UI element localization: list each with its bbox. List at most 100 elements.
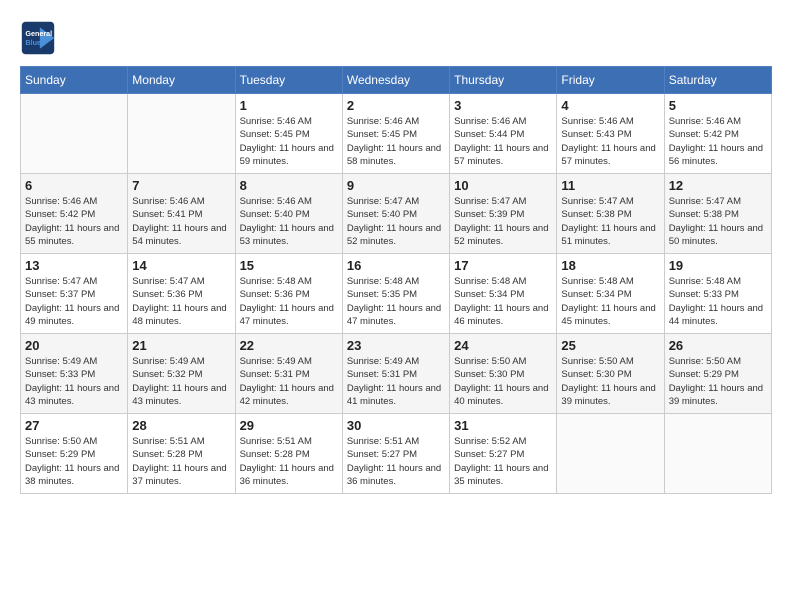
- calendar-cell: 26 Sunrise: 5:50 AMSunset: 5:29 PMDayligh…: [664, 334, 771, 414]
- day-number: 25: [561, 338, 659, 353]
- calendar-cell: 3Sunrise: 5:46 AMSunset: 5:44 PMDaylight…: [450, 94, 557, 174]
- calendar-cell: 28 Sunrise: 5:51 AMSunset: 5:28 PMDayligh…: [128, 414, 235, 494]
- calendar-cell: [128, 94, 235, 174]
- cell-info: Sunrise: 5:51 AMSunset: 5:27 PMDaylight:…: [347, 435, 445, 488]
- calendar-header: SundayMondayTuesdayWednesdayThursdayFrid…: [21, 67, 772, 94]
- day-number: 26: [669, 338, 767, 353]
- day-number: 18: [561, 258, 659, 273]
- weekday-header: Tuesday: [235, 67, 342, 94]
- calendar-cell: 11 Sunrise: 5:47 AMSunset: 5:38 PMDayligh…: [557, 174, 664, 254]
- logo: General Blue: [20, 20, 60, 56]
- day-number: 24: [454, 338, 552, 353]
- cell-info: Sunrise: 5:48 AMSunset: 5:34 PMDaylight:…: [561, 275, 659, 328]
- day-number: 14: [132, 258, 230, 273]
- calendar-cell: 15 Sunrise: 5:48 AMSunset: 5:36 PMDayligh…: [235, 254, 342, 334]
- cell-info: Sunrise: 5:48 AMSunset: 5:36 PMDaylight:…: [240, 275, 338, 328]
- day-number: 3: [454, 98, 552, 113]
- cell-info: Sunrise: 5:50 AMSunset: 5:30 PMDaylight:…: [561, 355, 659, 408]
- cell-info: Sunrise: 5:47 AMSunset: 5:40 PMDaylight:…: [347, 195, 445, 248]
- cell-info: Sunrise: 5:46 AMSunset: 5:45 PMDaylight:…: [347, 115, 445, 168]
- day-number: 1: [240, 98, 338, 113]
- weekday-header: Saturday: [664, 67, 771, 94]
- day-number: 29: [240, 418, 338, 433]
- day-number: 12: [669, 178, 767, 193]
- calendar-cell: 4Sunrise: 5:46 AMSunset: 5:43 PMDaylight…: [557, 94, 664, 174]
- cell-info: Sunrise: 5:49 AMSunset: 5:33 PMDaylight:…: [25, 355, 123, 408]
- cell-info: Sunrise: 5:48 AMSunset: 5:35 PMDaylight:…: [347, 275, 445, 328]
- day-number: 17: [454, 258, 552, 273]
- weekday-header: Thursday: [450, 67, 557, 94]
- day-number: 7: [132, 178, 230, 193]
- calendar-cell: [557, 414, 664, 494]
- calendar-cell: 27Sunrise: 5:50 AMSunset: 5:29 PMDayligh…: [21, 414, 128, 494]
- calendar-cell: 22 Sunrise: 5:49 AMSunset: 5:31 PMDayligh…: [235, 334, 342, 414]
- day-number: 9: [347, 178, 445, 193]
- cell-info: Sunrise: 5:46 AMSunset: 5:40 PMDaylight:…: [240, 195, 338, 248]
- cell-info: Sunrise: 5:46 AMSunset: 5:45 PMDaylight:…: [240, 115, 338, 168]
- calendar-cell: 20Sunrise: 5:49 AMSunset: 5:33 PMDayligh…: [21, 334, 128, 414]
- day-number: 30: [347, 418, 445, 433]
- calendar-cell: 21 Sunrise: 5:49 AMSunset: 5:32 PMDayligh…: [128, 334, 235, 414]
- calendar-cell: 7 Sunrise: 5:46 AMSunset: 5:41 PMDaylight…: [128, 174, 235, 254]
- calendar-cell: 2Sunrise: 5:46 AMSunset: 5:45 PMDaylight…: [342, 94, 449, 174]
- cell-info: Sunrise: 5:51 AMSunset: 5:28 PMDaylight:…: [240, 435, 338, 488]
- cell-info: Sunrise: 5:48 AMSunset: 5:34 PMDaylight:…: [454, 275, 552, 328]
- cell-info: Sunrise: 5:47 AMSunset: 5:38 PMDaylight:…: [669, 195, 767, 248]
- cell-info: Sunrise: 5:49 AMSunset: 5:32 PMDaylight:…: [132, 355, 230, 408]
- cell-info: Sunrise: 5:46 AMSunset: 5:41 PMDaylight:…: [132, 195, 230, 248]
- page-header: General Blue: [20, 20, 772, 56]
- cell-info: Sunrise: 5:50 AMSunset: 5:29 PMDaylight:…: [669, 355, 767, 408]
- day-number: 13: [25, 258, 123, 273]
- weekday-header: Sunday: [21, 67, 128, 94]
- day-number: 15: [240, 258, 338, 273]
- calendar-cell: 12 Sunrise: 5:47 AMSunset: 5:38 PMDayligh…: [664, 174, 771, 254]
- calendar-cell: 29 Sunrise: 5:51 AMSunset: 5:28 PMDayligh…: [235, 414, 342, 494]
- calendar-cell: 30 Sunrise: 5:51 AMSunset: 5:27 PMDayligh…: [342, 414, 449, 494]
- cell-info: Sunrise: 5:49 AMSunset: 5:31 PMDaylight:…: [240, 355, 338, 408]
- logo-icon: General Blue: [20, 20, 56, 56]
- cell-info: Sunrise: 5:46 AMSunset: 5:42 PMDaylight:…: [669, 115, 767, 168]
- calendar-cell: 1 Sunrise: 5:46 AMSunset: 5:45 PMDaylight…: [235, 94, 342, 174]
- calendar-cell: [21, 94, 128, 174]
- calendar-cell: [664, 414, 771, 494]
- day-number: 21: [132, 338, 230, 353]
- day-number: 5: [669, 98, 767, 113]
- calendar-cell: 13Sunrise: 5:47 AMSunset: 5:37 PMDayligh…: [21, 254, 128, 334]
- cell-info: Sunrise: 5:52 AMSunset: 5:27 PMDaylight:…: [454, 435, 552, 488]
- calendar-cell: 6 Sunrise: 5:46 AMSunset: 5:42 PMDaylight…: [21, 174, 128, 254]
- calendar-cell: 23Sunrise: 5:49 AMSunset: 5:31 PMDayligh…: [342, 334, 449, 414]
- calendar-cell: 17 Sunrise: 5:48 AMSunset: 5:34 PMDayligh…: [450, 254, 557, 334]
- svg-text:General: General: [25, 29, 52, 38]
- calendar-cell: 9 Sunrise: 5:47 AMSunset: 5:40 PMDaylight…: [342, 174, 449, 254]
- weekday-header: Wednesday: [342, 67, 449, 94]
- day-number: 16: [347, 258, 445, 273]
- day-number: 6: [25, 178, 123, 193]
- calendar-cell: 5 Sunrise: 5:46 AMSunset: 5:42 PMDaylight…: [664, 94, 771, 174]
- cell-info: Sunrise: 5:50 AMSunset: 5:30 PMDaylight:…: [454, 355, 552, 408]
- calendar-cell: 8 Sunrise: 5:46 AMSunset: 5:40 PMDaylight…: [235, 174, 342, 254]
- day-number: 31: [454, 418, 552, 433]
- svg-text:Blue: Blue: [25, 38, 41, 47]
- day-number: 19: [669, 258, 767, 273]
- day-number: 23: [347, 338, 445, 353]
- cell-info: Sunrise: 5:46 AMSunset: 5:43 PMDaylight:…: [561, 115, 659, 168]
- cell-info: Sunrise: 5:47 AMSunset: 5:38 PMDaylight:…: [561, 195, 659, 248]
- day-number: 28: [132, 418, 230, 433]
- day-number: 11: [561, 178, 659, 193]
- cell-info: Sunrise: 5:47 AMSunset: 5:39 PMDaylight:…: [454, 195, 552, 248]
- cell-info: Sunrise: 5:51 AMSunset: 5:28 PMDaylight:…: [132, 435, 230, 488]
- calendar-cell: 19 Sunrise: 5:48 AMSunset: 5:33 PMDayligh…: [664, 254, 771, 334]
- cell-info: Sunrise: 5:47 AMSunset: 5:36 PMDaylight:…: [132, 275, 230, 328]
- cell-info: Sunrise: 5:48 AMSunset: 5:33 PMDaylight:…: [669, 275, 767, 328]
- calendar-cell: 10Sunrise: 5:47 AMSunset: 5:39 PMDayligh…: [450, 174, 557, 254]
- calendar-cell: 14 Sunrise: 5:47 AMSunset: 5:36 PMDayligh…: [128, 254, 235, 334]
- weekday-header: Monday: [128, 67, 235, 94]
- weekday-header: Friday: [557, 67, 664, 94]
- calendar-table: SundayMondayTuesdayWednesdayThursdayFrid…: [20, 66, 772, 494]
- day-number: 22: [240, 338, 338, 353]
- cell-info: Sunrise: 5:46 AMSunset: 5:42 PMDaylight:…: [25, 195, 123, 248]
- day-number: 8: [240, 178, 338, 193]
- calendar-cell: 24 Sunrise: 5:50 AMSunset: 5:30 PMDayligh…: [450, 334, 557, 414]
- cell-info: Sunrise: 5:50 AMSunset: 5:29 PMDaylight:…: [25, 435, 123, 488]
- calendar-cell: 18 Sunrise: 5:48 AMSunset: 5:34 PMDayligh…: [557, 254, 664, 334]
